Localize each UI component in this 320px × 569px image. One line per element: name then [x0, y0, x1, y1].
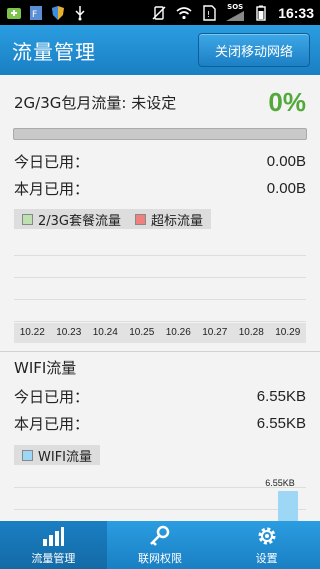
grid-line: [14, 277, 306, 278]
clock: 16:33: [278, 4, 314, 21]
sim-card-icon: !: [201, 4, 217, 21]
legend-swatch-over: [135, 213, 146, 225]
wifi-bar-value-label: 6.55KB: [265, 478, 295, 488]
wifi-chart-grid: [14, 467, 306, 521]
tab-label: 联网权限: [138, 551, 182, 565]
date-label: 10.27: [202, 327, 228, 338]
date-axis: 10.22 10.23 10.24 10.25 10.26 10.27 10.2…: [14, 323, 306, 343]
grid-line: [14, 299, 306, 300]
date-label: 10.22: [19, 327, 45, 338]
main-content: 2G/3G包月流量: 未设定 0% 今日已用： 0.00B 本月已用： 0.00…: [0, 75, 320, 521]
legend-label-wifi: WIFI流量: [38, 449, 92, 465]
tab-label: 流量管理: [31, 551, 76, 565]
signal-indicator: SOS: [226, 3, 245, 21]
bottom-navigation: 流量管理 联网权限 设置: [0, 521, 320, 569]
mobile-legend: 2/3G套餐流量 超标流量: [14, 209, 212, 229]
app-header: 流量管理 关闭移动网络: [0, 25, 320, 75]
wifi-legend: WIFI流量: [14, 445, 100, 465]
mobile-today-label: 今日已用：: [14, 152, 90, 171]
date-label: 10.28: [238, 327, 264, 338]
usb-icon: [72, 5, 88, 21]
tab-traffic-management[interactable]: 流量管理: [0, 521, 107, 569]
legend-label-plan: 2/3G套餐流量: [38, 213, 121, 229]
wifi-today-label: 今日已用：: [14, 387, 90, 406]
wifi-month-row: 本月已用： 6.55KB: [14, 412, 306, 434]
wifi-today-row: 今日已用： 6.55KB: [14, 385, 306, 407]
wifi-month-label: 本月已用：: [14, 414, 90, 433]
date-label: 10.24: [92, 327, 118, 338]
mobile-chart-grid: [14, 235, 306, 323]
close-mobile-network-button[interactable]: 关闭移动网络: [198, 33, 310, 67]
mobile-today-value: 0.00B: [266, 152, 306, 170]
grid-line: [14, 509, 306, 510]
legend-swatch-plan: [22, 213, 33, 225]
svg-text:F: F: [32, 10, 37, 20]
tab-label: 设置: [255, 551, 278, 565]
key-icon: [150, 525, 170, 546]
shield-icon: [50, 5, 66, 21]
date-label: 10.26: [165, 327, 191, 338]
battery-icon: [253, 5, 269, 21]
file-notification-icon: F: [28, 5, 44, 21]
wifi-usage-bar: [278, 491, 298, 521]
tab-network-permissions[interactable]: 联网权限: [107, 521, 214, 569]
grid-line: [14, 255, 306, 256]
usage-progress-bar: [13, 128, 307, 140]
svg-text:!: !: [207, 10, 210, 19]
mobile-today-row: 今日已用： 0.00B: [14, 150, 306, 172]
tab-settings[interactable]: 设置: [213, 521, 320, 569]
mobile-month-row: 本月已用： 0.00B: [14, 177, 306, 199]
mobile-month-value: 0.00B: [266, 179, 306, 197]
date-label: 10.29: [275, 327, 301, 338]
date-label: 10.23: [56, 327, 82, 338]
status-bar: F ! SOS 16:33: [0, 0, 320, 25]
vibrate-off-icon: [151, 5, 167, 21]
page-title: 流量管理: [12, 39, 96, 64]
sos-label: SOS: [227, 3, 244, 11]
usage-percent: 0%: [268, 86, 306, 117]
wifi-today-value: 6.55KB: [256, 387, 306, 405]
legend-label-over: 超标流量: [151, 213, 204, 229]
plan-row: 2G/3G包月流量: 未设定 0%: [14, 87, 306, 117]
wifi-icon: [176, 5, 192, 21]
section-divider: [0, 351, 320, 352]
wifi-section-title: WIFI流量: [14, 359, 77, 377]
date-label: 10.25: [129, 327, 155, 338]
grid-line: [14, 321, 306, 322]
bar-chart-icon: [43, 526, 65, 546]
gear-icon: [258, 527, 276, 544]
app-notification-icon: [6, 5, 22, 21]
mobile-month-label: 本月已用：: [14, 179, 90, 198]
wifi-month-value: 6.55KB: [256, 414, 306, 432]
legend-item-plan: 2/3G套餐流量: [22, 210, 121, 229]
signal-icon: [226, 11, 245, 21]
legend-swatch-wifi: [22, 449, 33, 461]
legend-item-over: 超标流量: [135, 210, 203, 229]
monthly-plan-label[interactable]: 2G/3G包月流量: 未设定: [14, 92, 176, 113]
